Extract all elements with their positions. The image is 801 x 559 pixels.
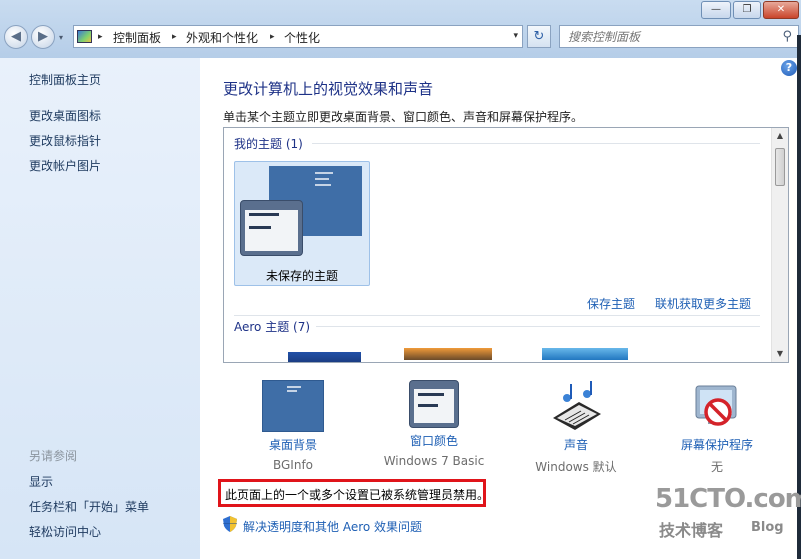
search-box[interactable]: ⚲: [559, 25, 799, 48]
minimize-icon: —: [711, 4, 721, 15]
desktop-info-text: [315, 178, 329, 180]
window-preview-bar: [249, 213, 279, 216]
aero-theme-thumbnail[interactable]: [288, 352, 361, 362]
desktop-info-text: [315, 172, 333, 174]
scroll-thumb[interactable]: [775, 148, 785, 186]
sounds-icon: [545, 380, 607, 432]
maximize-icon: ❐: [742, 4, 752, 15]
search-input[interactable]: [560, 26, 770, 47]
maximize-button[interactable]: ❐: [733, 1, 761, 19]
help-icon[interactable]: ?: [781, 60, 797, 76]
sidebar-display[interactable]: 显示: [29, 473, 53, 490]
breadcrumb-control-panel[interactable]: 控制面板: [113, 29, 161, 46]
sidebar-change-mouse-pointers[interactable]: 更改鼠标指针: [29, 132, 101, 149]
theme-name: 未保存的主题: [265, 269, 338, 283]
forward-arrow-icon: ▶: [38, 29, 48, 44]
get-more-themes-link[interactable]: 联机获取更多主题: [655, 295, 751, 312]
aero-theme-thumbnail[interactable]: [542, 348, 628, 360]
back-arrow-icon: ◀: [11, 29, 21, 44]
page-subtitle: 单击某个主题立即更改桌面背景、窗口颜色、声音和屏幕保护程序。: [223, 110, 584, 124]
screen-saver-value: 无: [710, 460, 723, 474]
close-button[interactable]: ✕: [763, 1, 799, 19]
screen-saver-setting[interactable]: 屏幕保护程序 无: [657, 380, 777, 475]
control-panel-icon: [77, 30, 92, 43]
admin-disabled-text: 此页面上的一个或多个设置已被系统管理员禁用。: [225, 488, 490, 502]
back-button[interactable]: ◀: [4, 25, 28, 49]
aero-theme-thumbnail[interactable]: [404, 348, 492, 360]
theme-window-preview: [240, 200, 303, 256]
scroll-up-icon[interactable]: ▲: [772, 128, 788, 144]
recent-pages-dropdown[interactable]: ▾: [59, 33, 63, 42]
desktop-background-label[interactable]: 桌面背景: [233, 436, 353, 453]
watermark-subtitle: 技术博客: [659, 521, 724, 540]
watermark-logo-text: 51CTO.com: [655, 484, 801, 514]
desktop-background-setting[interactable]: 桌面背景 BGInfo: [233, 380, 353, 472]
sounds-setting[interactable]: 声音 Windows 默认: [516, 380, 636, 475]
refresh-button[interactable]: ↻: [527, 25, 551, 48]
window-color-icon: [409, 380, 459, 428]
address-dropdown-icon[interactable]: ▾: [513, 31, 518, 41]
desktop-info-text: [315, 184, 331, 186]
forward-button[interactable]: ▶: [31, 25, 55, 49]
window-color-value: Windows 7 Basic: [383, 454, 485, 468]
address-bar-area: — ❐ ✕ ◀ ▶ ▾ ▸ 控制面板 ▸ 外观和个性化 ▸ 个性化 ▾ ↻ ⚲: [0, 0, 801, 58]
site-watermark: 51CTO.com 技术博客 Blog: [655, 484, 801, 544]
aero-themes-heading: Aero 主题 (7): [234, 320, 311, 334]
scroll-down-icon[interactable]: ▼: [772, 346, 788, 362]
desktop-info-text: [287, 390, 297, 392]
window-preview-bar: [418, 404, 438, 407]
screen-saver-label[interactable]: 屏幕保护程序: [657, 436, 777, 453]
sidebar-taskbar-start-menu[interactable]: 任务栏和「开始」菜单: [29, 498, 149, 515]
music-notes-icon: [553, 381, 601, 430]
troubleshoot-aero-link[interactable]: 解决透明度和其他 Aero 效果问题: [243, 518, 422, 535]
no-screensaver-icon: [695, 385, 737, 426]
sounds-label[interactable]: 声音: [516, 436, 636, 453]
watermark-blog: Blog: [751, 520, 784, 535]
crumb-separator-icon[interactable]: ▸: [98, 29, 103, 45]
theme-list[interactable]: 我的主题 (1) 未保存的主题 保存主题 联机获取更多主题 Aero 主题 (7…: [223, 127, 789, 363]
desktop-background-value: BGInfo: [272, 458, 314, 472]
group-divider: [316, 326, 760, 327]
see-also-heading: 另请参阅: [29, 449, 78, 463]
sidebar-change-desktop-icons[interactable]: 更改桌面图标: [29, 107, 101, 124]
refresh-icon: ↻: [533, 29, 545, 44]
sidebar-control-panel-home[interactable]: 控制面板主页: [29, 71, 101, 88]
crumb-separator-icon[interactable]: ▸: [270, 29, 275, 45]
sounds-value: Windows 默认: [535, 460, 617, 474]
close-icon: ✕: [776, 4, 786, 15]
theme-unsaved[interactable]: 未保存的主题: [234, 161, 370, 286]
group-divider: [234, 315, 760, 316]
save-theme-link[interactable]: 保存主题: [587, 295, 635, 312]
desktop-info-text: [287, 386, 301, 388]
window-preview-bar: [418, 393, 444, 396]
window-preview-bar: [249, 226, 271, 229]
desktop-background-icon: [262, 380, 324, 432]
minimize-button[interactable]: —: [701, 1, 731, 19]
window-preview-body: [245, 210, 298, 251]
window-color-label[interactable]: 窗口颜色: [374, 432, 494, 449]
breadcrumb-personalization[interactable]: 个性化: [284, 29, 320, 46]
uac-shield-icon: [223, 516, 237, 532]
window-edge: [797, 35, 801, 559]
window-color-setting[interactable]: 窗口颜色 Windows 7 Basic: [374, 380, 494, 468]
theme-list-scrollbar[interactable]: ▲ ▼: [771, 128, 788, 362]
admin-disabled-notice: 此页面上的一个或多个设置已被系统管理员禁用。: [218, 479, 490, 507]
screen-saver-icon: [686, 380, 748, 432]
breadcrumb-appearance[interactable]: 外观和个性化: [186, 29, 258, 46]
search-icon[interactable]: ⚲: [782, 29, 792, 44]
my-themes-heading: 我的主题 (1): [234, 137, 303, 151]
sidebar-ease-of-access[interactable]: 轻松访问中心: [29, 523, 101, 540]
group-divider: [312, 143, 760, 144]
sidebar: 控制面板主页 更改桌面图标 更改鼠标指针 更改帐户图片 另请参阅 显示 任务栏和…: [0, 58, 200, 559]
crumb-separator-icon[interactable]: ▸: [172, 29, 177, 45]
address-field[interactable]: ▸ 控制面板 ▸ 外观和个性化 ▸ 个性化 ▾: [73, 25, 523, 48]
sidebar-change-account-picture[interactable]: 更改帐户图片: [29, 157, 101, 174]
page-title: 更改计算机上的视觉效果和声音: [223, 80, 434, 98]
